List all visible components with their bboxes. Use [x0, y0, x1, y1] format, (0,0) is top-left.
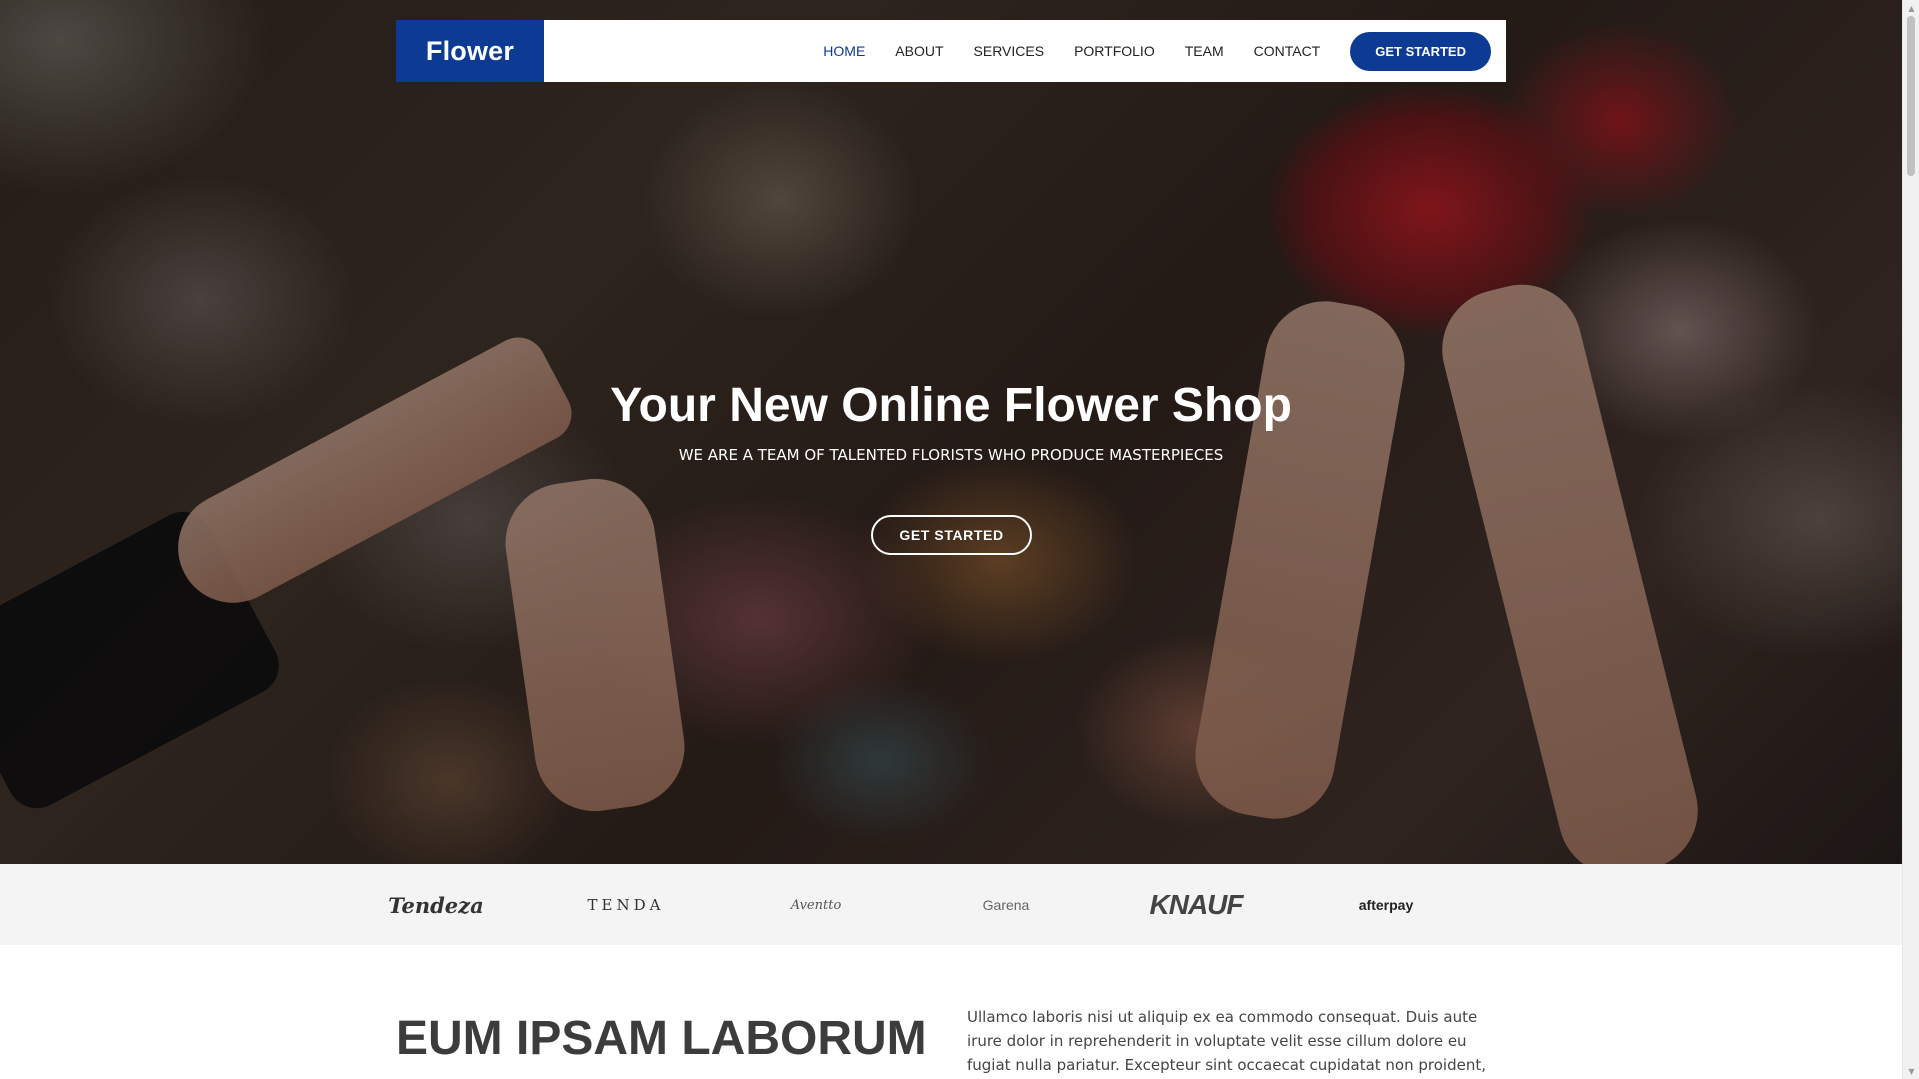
- hero-section: Your New Online Flower Shop WE ARE A TEA…: [0, 0, 1902, 864]
- header-get-started-button[interactable]: GET STARTED: [1350, 31, 1491, 71]
- main-nav: HOME ABOUT SERVICES PORTFOLIO TEAM CONTA…: [793, 31, 1491, 71]
- hero-subtitle: WE ARE A TEAM OF TALENTED FLORISTS WHO P…: [678, 446, 1224, 464]
- client-logo-tendeza[interactable]: Tendeza: [388, 886, 483, 924]
- nav-about[interactable]: ABOUT: [895, 43, 943, 59]
- scroll-up-icon[interactable]: ▲: [1903, 0, 1919, 16]
- nav-home[interactable]: HOME: [823, 43, 865, 59]
- hero-title: Your New Online Flower Shop: [610, 379, 1292, 432]
- site-header: Flower HOME ABOUT SERVICES PORTFOLIO TEA…: [396, 20, 1506, 82]
- about-title: EUM IPSAM LABORUM DELENITI VELITENA: [396, 1012, 927, 1079]
- about-text: Ullamco laboris nisi ut aliquip ex ea co…: [967, 1008, 1486, 1074]
- client-logo-knauf[interactable]: KNAUF: [1150, 886, 1244, 924]
- nav-services[interactable]: SERVICES: [974, 43, 1045, 59]
- scroll-down-icon[interactable]: ▼: [1903, 1063, 1919, 1079]
- client-logo-aventto[interactable]: Aventto: [776, 886, 856, 924]
- clients-strip: Tendeza TENDA Aventto Garena KNAUF after…: [0, 864, 1902, 945]
- logo-text: Flower: [425, 35, 515, 66]
- nav-team[interactable]: TEAM: [1185, 43, 1224, 59]
- hero-get-started-button[interactable]: GET STARTED: [871, 515, 1032, 555]
- client-logo-afterpay[interactable]: afterpay: [1346, 886, 1426, 924]
- logo[interactable]: Flower: [396, 20, 544, 82]
- scroll-thumb[interactable]: [1907, 16, 1915, 176]
- page-scrollbar[interactable]: ▲ ▼: [1902, 0, 1919, 1079]
- nav-contact[interactable]: CONTACT: [1254, 43, 1321, 59]
- client-logo-garena[interactable]: Garena: [966, 886, 1046, 924]
- nav-portfolio[interactable]: PORTFOLIO: [1074, 43, 1155, 59]
- client-logo-tenda[interactable]: TENDA: [586, 886, 666, 924]
